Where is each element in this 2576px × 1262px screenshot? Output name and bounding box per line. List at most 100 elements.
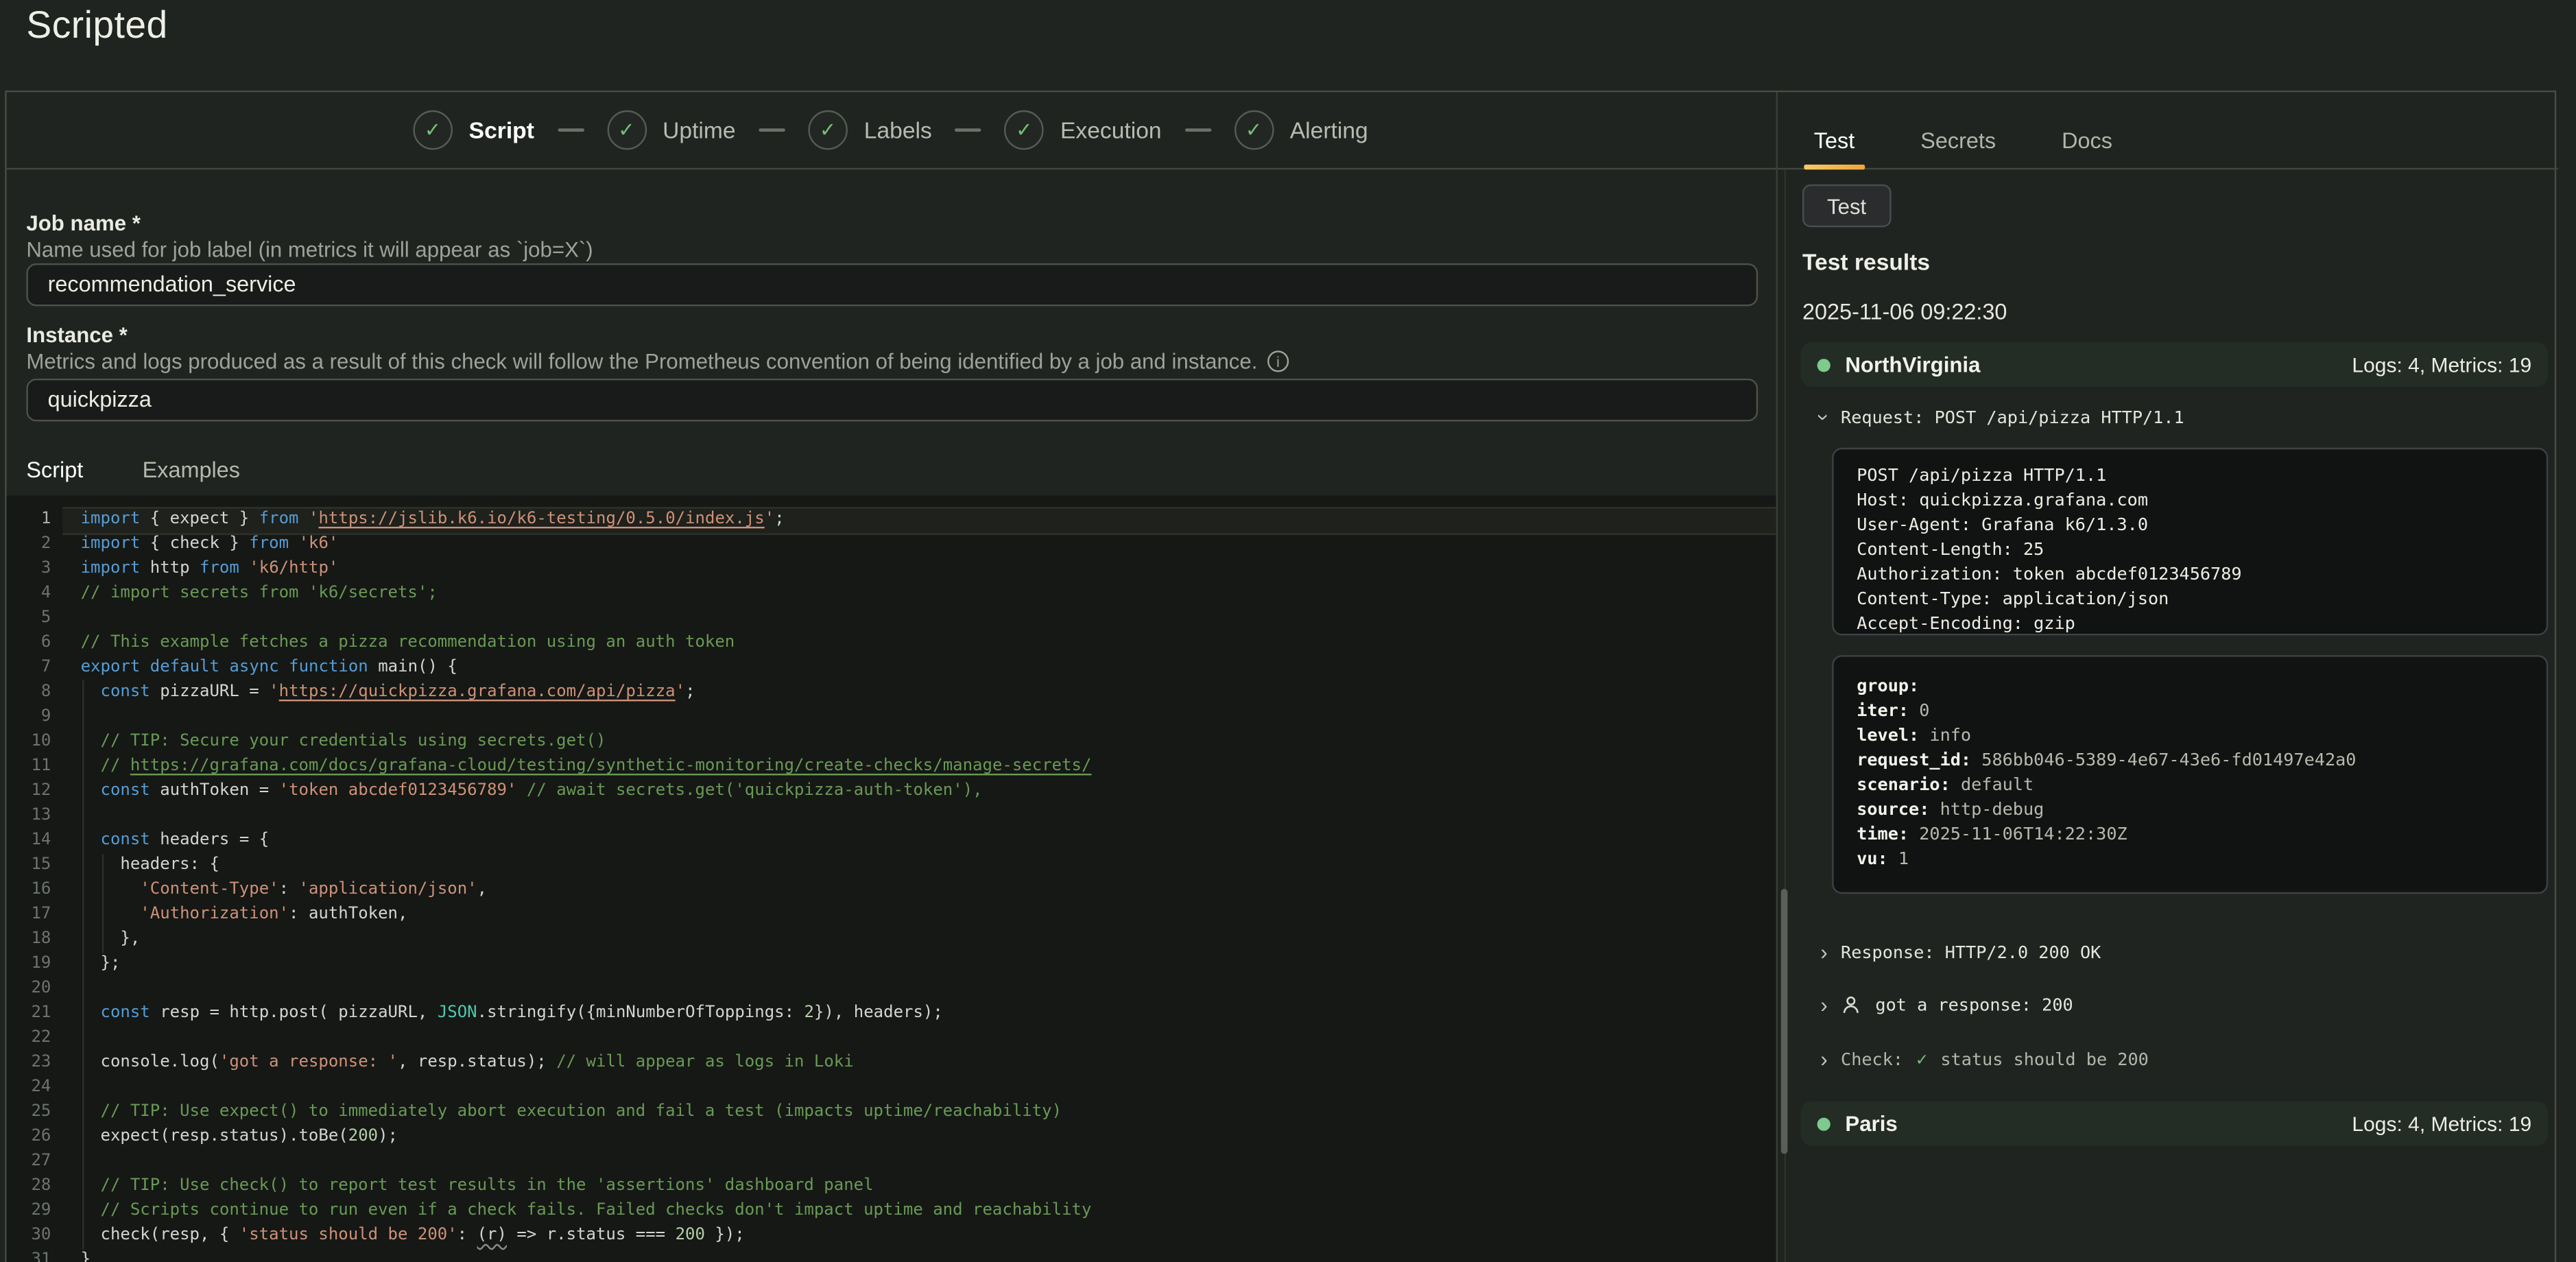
tab-examples[interactable]: Examples: [132, 457, 250, 495]
job-name-input[interactable]: recommendation_service: [26, 263, 1758, 306]
code-line-text: [81, 976, 1776, 1001]
code-line[interactable]: 19 };: [7, 951, 1776, 976]
log-field-key: vu:: [1857, 849, 1888, 869]
code-line[interactable]: 23 console.log('got a response: ', resp.…: [7, 1050, 1776, 1075]
tab-script[interactable]: Script: [16, 457, 93, 495]
code-line[interactable]: 25 // TIP: Use expect() to immediately a…: [7, 1099, 1776, 1124]
code-line[interactable]: 2import { check } from 'k6': [7, 532, 1776, 556]
check-icon: ✓: [1245, 120, 1262, 140]
code-line[interactable]: 29 // Scripts continue to run even if a …: [7, 1198, 1776, 1223]
step-uptime[interactable]: ✓ Uptime: [607, 110, 736, 150]
log-field-key: request_id:: [1857, 750, 1971, 770]
code-line[interactable]: 13: [7, 803, 1776, 828]
test-results-title: Test results: [1802, 248, 1930, 274]
code-line[interactable]: 6// This example fetches a pizza recomme…: [7, 630, 1776, 655]
step-execution[interactable]: ✓ Execution: [1004, 110, 1161, 150]
code-editor[interactable]: 1import { expect } from 'https://jslib.k…: [7, 495, 1776, 1262]
log-field-line: source: http-debug: [1857, 798, 2523, 823]
step-alerting[interactable]: ✓ Alerting: [1234, 110, 1368, 150]
code-line[interactable]: 15 headers: {: [7, 853, 1776, 877]
code-line[interactable]: 18 },: [7, 927, 1776, 951]
code-line-text: [81, 1075, 1776, 1099]
panel-divider: [1776, 92, 1778, 1262]
scrollbar-thumb[interactable]: [1781, 889, 1788, 1154]
code-line[interactable]: 28 // TIP: Use check() to report test re…: [7, 1174, 1776, 1198]
code-line[interactable]: 16 'Content-Type': 'application/json',: [7, 877, 1776, 902]
code-line[interactable]: 31}: [7, 1248, 1776, 1262]
line-number: 25: [7, 1099, 81, 1124]
line-number: 31: [7, 1248, 81, 1262]
code-line[interactable]: 26 expect(resp.status).toBe(200);: [7, 1124, 1776, 1149]
step-label: Execution: [1060, 117, 1162, 143]
location-header-northvirginia[interactable]: NorthVirginia Logs: 4, Metrics: 19: [1801, 342, 2549, 387]
log-field-key: scenario:: [1857, 775, 1951, 795]
log-field-key: source:: [1857, 800, 1929, 820]
code-line-text: const pizzaURL = 'https://quickpizza.gra…: [81, 680, 1776, 704]
instance-input[interactable]: quickpizza: [26, 379, 1758, 421]
editor-tabs: Script Examples: [5, 457, 250, 495]
test-run-button[interactable]: Test: [1802, 184, 1891, 227]
code-line[interactable]: 27: [7, 1149, 1776, 1174]
code-line[interactable]: 12 const authToken = 'token abcdef012345…: [7, 778, 1776, 803]
code-line[interactable]: 20: [7, 976, 1776, 1001]
user-icon: [1841, 995, 1862, 1016]
request-row[interactable]: › Request: POST /api/pizza HTTP/1.1: [1820, 407, 2184, 428]
code-line[interactable]: 30 check(resp, { 'status should be 200':…: [7, 1223, 1776, 1248]
request-header-line: POST /api/pizza HTTP/1.1: [1857, 464, 2523, 489]
code-line-text: const resp = http.post( pizzaURL, JSON.s…: [81, 1001, 1776, 1025]
log-field-value: 1: [1888, 849, 1909, 869]
request-header-line: Host: quickpizza.grafana.com: [1857, 489, 2523, 514]
code-line[interactable]: 24: [7, 1075, 1776, 1099]
tab-test[interactable]: Test: [1804, 128, 1864, 168]
instance-description-text: Metrics and logs produced as a result of…: [26, 349, 1257, 374]
code-line[interactable]: 14 const headers = {: [7, 828, 1776, 853]
code-line-text: }: [81, 1248, 1776, 1262]
line-number: 1: [7, 507, 81, 532]
response-row[interactable]: › Response: HTTP/2.0 200 OK: [1820, 942, 2101, 963]
check-row[interactable]: › Check: ✓ status should be 200: [1820, 1049, 2148, 1070]
wizard-stepper: ✓ Script ✓ Uptime ✓ Labels ✓ Execution ✓…: [5, 92, 1776, 167]
step-labels[interactable]: ✓ Labels: [808, 110, 932, 150]
code-line[interactable]: 4// import secrets from 'k6/secrets';: [7, 581, 1776, 606]
code-line[interactable]: 22: [7, 1025, 1776, 1050]
request-header-line: Authorization: token abcdef0123456789: [1857, 563, 2523, 588]
code-line-text: const headers = {: [81, 828, 1776, 853]
log-field-line: time: 2025-11-06T14:22:30Z: [1857, 823, 2523, 848]
log-field-key: group:: [1857, 676, 1919, 696]
code-line-text: headers: {: [81, 853, 1776, 877]
line-number: 7: [7, 655, 81, 680]
line-number: 21: [7, 1001, 81, 1025]
code-line[interactable]: 3import http from 'k6/http': [7, 556, 1776, 581]
tab-docs[interactable]: Docs: [2052, 128, 2123, 168]
line-number: 6: [7, 630, 81, 655]
line-number: 3: [7, 556, 81, 581]
code-line[interactable]: 11 // https://grafana.com/docs/grafana-c…: [7, 754, 1776, 778]
console-log-row[interactable]: › got a response: 200: [1820, 995, 2073, 1016]
tab-secrets[interactable]: Secrets: [1911, 128, 2006, 168]
code-line-text: },: [81, 927, 1776, 951]
location-header-paris[interactable]: Paris Logs: 4, Metrics: 19: [1801, 1102, 2549, 1146]
code-line[interactable]: 21 const resp = http.post( pizzaURL, JSO…: [7, 1001, 1776, 1025]
log-field-key: level:: [1857, 726, 1919, 746]
line-number: 30: [7, 1223, 81, 1248]
step-script[interactable]: ✓ Script: [413, 110, 534, 150]
code-line[interactable]: 10 // TIP: Secure your credentials using…: [7, 729, 1776, 754]
code-line[interactable]: 7export default async function main() {: [7, 655, 1776, 680]
step-label: Uptime: [663, 117, 735, 143]
code-line[interactable]: 17 'Authorization': authToken,: [7, 902, 1776, 927]
request-headers-block: POST /api/pizza HTTP/1.1Host: quickpizza…: [1832, 448, 2548, 636]
job-name-description: Name used for job label (in metrics it w…: [26, 237, 593, 262]
job-name-label: Job name *: [26, 211, 140, 235]
code-line-text: // This example fetches a pizza recommen…: [81, 630, 1776, 655]
code-line[interactable]: 9: [7, 704, 1776, 729]
step-label: Labels: [864, 117, 932, 143]
code-line[interactable]: 1import { expect } from 'https://jslib.k…: [7, 507, 1776, 532]
code-line[interactable]: 8 const pizzaURL = 'https://quickpizza.g…: [7, 680, 1776, 704]
console-log-text: got a response: 200: [1875, 995, 2073, 1015]
info-icon[interactable]: i: [1267, 350, 1289, 372]
code-line[interactable]: 5: [7, 606, 1776, 630]
line-number: 17: [7, 902, 81, 927]
app-root: Scripted ✓ Script ✓ Uptime ✓ Labels ✓ Ex…: [0, 0, 2576, 1262]
request-header-line: Content-Length: 25: [1857, 538, 2523, 563]
line-number: 14: [7, 828, 81, 853]
